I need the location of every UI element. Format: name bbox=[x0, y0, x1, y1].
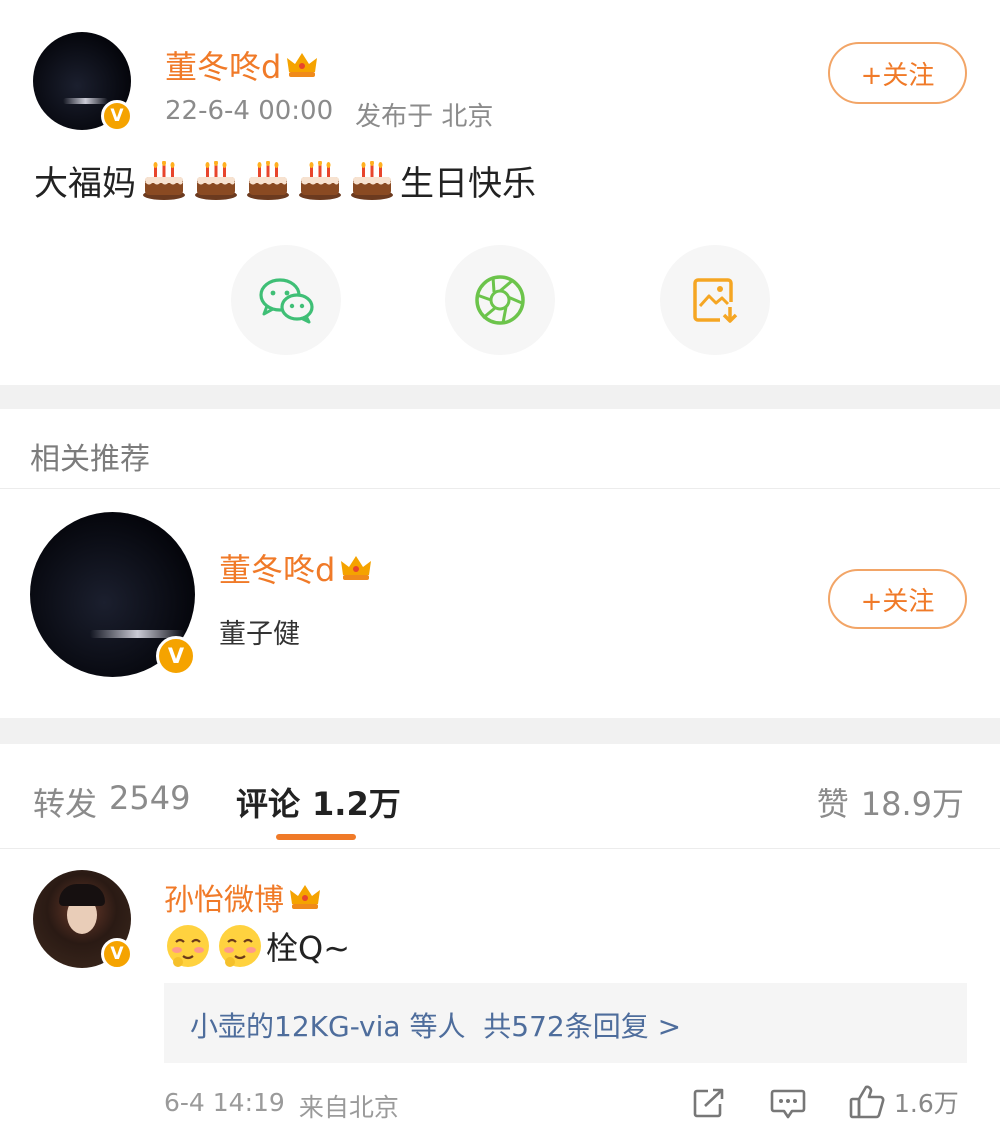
related-user-desc: 董子健 bbox=[219, 619, 300, 650]
comment-time: 6-4 14:19 bbox=[164, 1088, 285, 1117]
replies-preview[interactable]: 小壶的12KG-via 等人 共572条回复 > bbox=[164, 983, 967, 1063]
save-image-icon bbox=[693, 278, 738, 323]
moments-icon bbox=[475, 275, 525, 325]
tab-comment[interactable]: 评论 1.2万 bbox=[236, 779, 401, 825]
author-avatar[interactable]: V bbox=[33, 32, 133, 132]
tab-repost[interactable]: 转发 2549 bbox=[33, 779, 190, 825]
section-divider bbox=[0, 385, 1000, 409]
comment-text: 栓Q~ bbox=[164, 922, 350, 970]
blush-emoji bbox=[219, 925, 261, 967]
thumbs-up-icon bbox=[849, 1085, 885, 1119]
replies-link[interactable]: 小壶的12KG-via 等人 共572条回复 > bbox=[190, 1005, 681, 1045]
cake-emoji bbox=[299, 160, 341, 200]
cake-emoji bbox=[247, 160, 289, 200]
commenter-name[interactable]: 孙怡微博 bbox=[164, 875, 322, 919]
section-divider bbox=[0, 718, 1000, 744]
comment-icon[interactable] bbox=[770, 1088, 806, 1120]
verified-badge-icon: V bbox=[101, 100, 133, 132]
comment-like-button[interactable]: 1.6万 bbox=[848, 1084, 959, 1120]
post-meta: 22-6-4 00:00 发布于 北京 bbox=[165, 96, 493, 133]
commenter-avatar[interactable]: V bbox=[33, 870, 133, 970]
related-user-name[interactable]: 董冬咚d bbox=[219, 545, 373, 591]
related-follow-button[interactable]: +关注 bbox=[828, 569, 967, 629]
author-name[interactable]: 董冬咚d bbox=[165, 42, 319, 88]
post-location: 发布于 北京 bbox=[355, 102, 494, 132]
wechat-icon bbox=[259, 278, 314, 324]
post-time: 22-6-4 00:00 bbox=[165, 96, 334, 126]
cake-emoji bbox=[195, 160, 237, 200]
share-moments-button[interactable] bbox=[445, 245, 555, 355]
post-text: 大福妈 生日快乐 bbox=[34, 156, 536, 205]
save-image-button[interactable] bbox=[660, 245, 770, 355]
cake-emoji bbox=[351, 160, 393, 200]
crown-icon bbox=[341, 556, 372, 580]
share-icon[interactable] bbox=[692, 1087, 726, 1119]
related-section-title: 相关推荐 bbox=[30, 442, 150, 477]
comment-source: 来自北京 bbox=[298, 1093, 399, 1122]
active-tab-indicator bbox=[276, 834, 356, 840]
cake-emoji bbox=[143, 160, 185, 200]
crown-icon bbox=[290, 885, 320, 909]
crown-icon bbox=[287, 53, 318, 77]
tab-like[interactable]: 赞 18.9万 bbox=[817, 779, 964, 825]
verified-badge-icon: V bbox=[101, 938, 133, 970]
follow-button[interactable]: +关注 bbox=[828, 42, 967, 104]
comment-meta: 6-4 14:19 来自北京 bbox=[164, 1088, 399, 1124]
share-wechat-button[interactable] bbox=[231, 245, 341, 355]
related-user-avatar[interactable]: V bbox=[30, 512, 196, 677]
verified-badge-icon: V bbox=[156, 636, 196, 676]
blush-emoji bbox=[167, 925, 209, 967]
